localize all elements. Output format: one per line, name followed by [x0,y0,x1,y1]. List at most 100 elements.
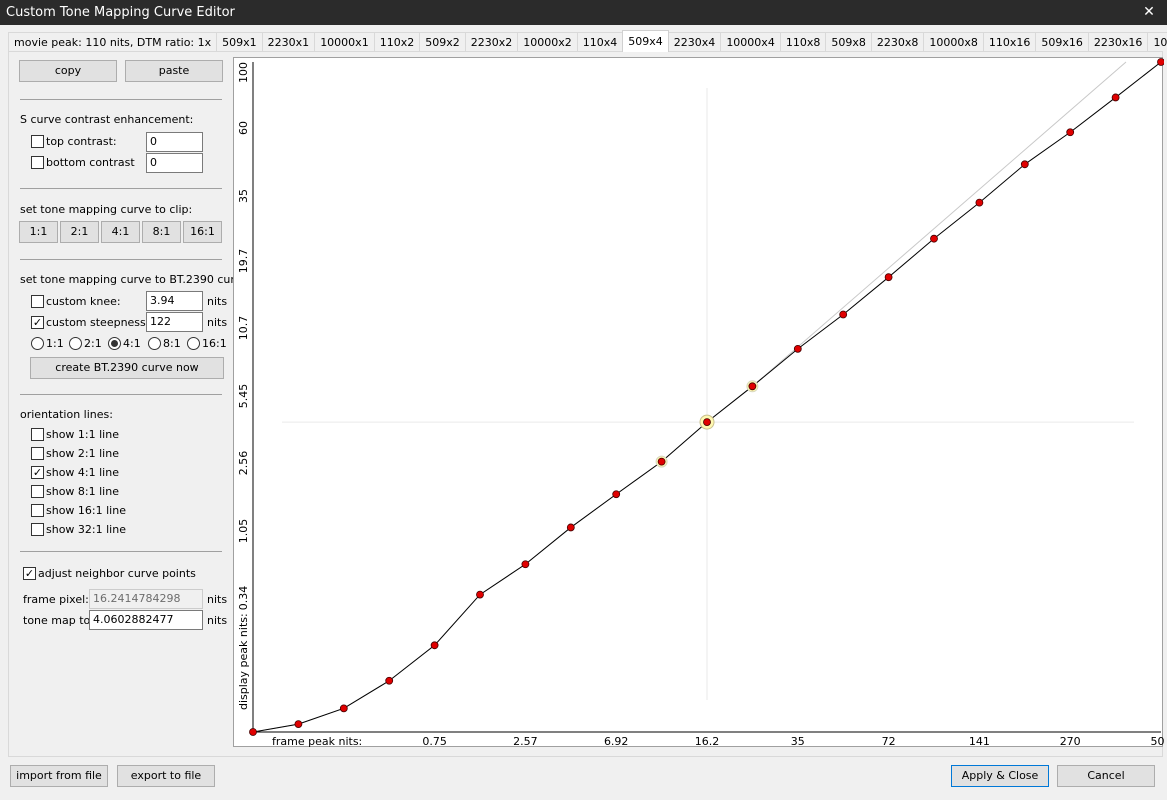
x-tick-label: 35 [791,735,805,748]
orientation-checkbox[interactable] [31,523,44,536]
curve-point[interactable] [476,590,484,599]
x-tick-label: 6.92 [604,735,629,748]
tab-10000x8[interactable]: 10000x8 [923,32,984,52]
title-bar: Custom Tone Mapping Curve Editor ✕ [0,0,1167,25]
tab-509x2[interactable]: 509x2 [419,32,466,52]
curve-point[interactable] [1020,160,1029,169]
ratio-8-1-radio[interactable] [148,337,161,350]
top-contrast-checkbox[interactable] [31,135,44,148]
clip-4-1-button[interactable]: 4:1 [101,221,140,243]
orientation-checkbox[interactable]: ✓ [31,466,44,479]
divider [20,188,222,189]
ratio-1-1-radio[interactable] [31,337,44,350]
bottom-contrast-checkbox[interactable] [31,156,44,169]
x-tick-label: 2.57 [513,735,538,748]
curve-point[interactable] [1111,93,1120,102]
ratio-2-1-radio[interactable] [69,337,82,350]
apply-close-button[interactable]: Apply & Close [951,765,1049,787]
tab-movie-peak[interactable]: movie peak: 110 nits, DTM ratio: 1x [8,32,218,52]
tab-2230x2[interactable]: 2230x2 [464,32,519,52]
orientation-checkbox[interactable] [31,504,44,517]
tab-2230x16[interactable]: 2230x16 [1087,32,1149,52]
tab-509x1[interactable]: 509x1 [216,32,263,52]
paste-button[interactable]: paste [125,60,223,82]
tab-509x16[interactable]: 509x16 [1035,32,1089,52]
curve-point[interactable] [657,457,666,466]
x-tick-label: 16.2 [695,735,720,748]
tab-10000x4[interactable]: 10000x4 [720,32,781,52]
y-tick-label: 1.05 [237,519,250,544]
curve-point[interactable] [566,523,575,532]
curve-point[interactable] [249,728,257,736]
top-contrast-input[interactable]: 0 [146,132,203,152]
curve-point[interactable] [930,234,938,243]
frame-pixel-input: 16.2414784298 [89,589,203,609]
custom-steepness-checkbox[interactable]: ✓ [31,316,44,329]
clip-heading: set tone mapping curve to clip: [20,203,193,216]
curve-point[interactable] [839,310,848,319]
tab-10000x2[interactable]: 10000x2 [517,32,578,52]
clip-2-1-button[interactable]: 2:1 [60,221,99,243]
tab-10000x1[interactable]: 10000x1 [314,32,375,52]
import-button[interactable]: import from file [10,765,108,787]
adjust-neighbor-checkbox[interactable]: ✓ [23,567,36,580]
custom-steepness-label: custom steepness: [46,316,150,329]
curve-point[interactable] [703,418,711,427]
curve-point[interactable] [975,198,984,207]
curve-point[interactable] [385,676,394,685]
tone-map-input[interactable]: 4.0602882477 [89,610,203,630]
tab-110x8[interactable]: 110x8 [779,32,827,52]
unit-label: nits [207,295,228,308]
custom-knee-label: custom knee: [46,295,121,308]
ratio-4-1-radio[interactable] [108,337,121,350]
tab-110x4[interactable]: 110x4 [576,32,624,52]
orientation-checkbox[interactable] [31,485,44,498]
tab-110x16[interactable]: 110x16 [982,32,1037,52]
curve-point[interactable] [1157,58,1165,66]
y-tick-label: 10.7 [237,316,250,341]
orientation-checkbox[interactable] [31,428,44,441]
cancel-button[interactable]: Cancel [1057,765,1155,787]
curve-point[interactable] [521,560,530,569]
x-tick-label: 141 [969,735,990,748]
curve-point[interactable] [339,704,348,713]
copy-button[interactable]: copy [19,60,117,82]
tab-2230x4[interactable]: 2230x4 [667,32,722,52]
ratio-label: 4:1 [123,337,141,350]
tab-2230x8[interactable]: 2230x8 [870,32,925,52]
ratio-16-1-radio[interactable] [187,337,200,350]
x-tick-label: 509 [1151,735,1165,748]
orientation-label: show 8:1 line [46,485,119,498]
custom-knee-checkbox[interactable] [31,295,44,308]
custom-knee-input[interactable]: 3.94 [146,291,203,311]
tab-2230x1[interactable]: 2230x1 [261,32,316,52]
y-tick-label: 35 [237,189,250,203]
tab-509x4[interactable]: 509x4 [622,30,669,52]
custom-steepness-input[interactable]: 122 [146,312,203,332]
curve-point[interactable] [430,641,439,650]
export-button[interactable]: export to file [117,765,215,787]
close-icon[interactable]: ✕ [1139,0,1159,25]
curve-chart[interactable]: 0.75 2.57 6.92 16.2 35 72 141 270 509 frame peak … [233,57,1167,748]
tab-509x8[interactable]: 509x8 [825,32,872,52]
orientation-checkbox[interactable] [31,447,44,460]
curve-point[interactable] [884,273,893,282]
clip-8-1-button[interactable]: 8:1 [142,221,181,243]
create-bt2390-button[interactable]: create BT.2390 curve now [30,357,224,379]
divider [20,259,222,260]
bottom-contrast-input[interactable]: 0 [146,153,203,173]
curve-point[interactable] [1066,128,1075,137]
orientation-label: show 1:1 line [46,428,119,441]
tab-110x2[interactable]: 110x2 [373,32,421,52]
clip-16-1-button[interactable]: 16:1 [183,221,222,243]
curve-point[interactable] [748,382,757,391]
curve-point[interactable] [294,720,303,729]
curve-point[interactable] [612,490,621,499]
tab-10000x16[interactable]: 10000x16 [1147,32,1167,52]
orientation-label: show 4:1 line [46,466,119,479]
unit-label: nits [207,614,228,627]
clip-1-1-button[interactable]: 1:1 [19,221,58,243]
y-tick-label: 0.34 [237,586,250,611]
curve-point[interactable] [793,344,802,353]
s-curve-heading: S curve contrast enhancement: [20,113,194,126]
